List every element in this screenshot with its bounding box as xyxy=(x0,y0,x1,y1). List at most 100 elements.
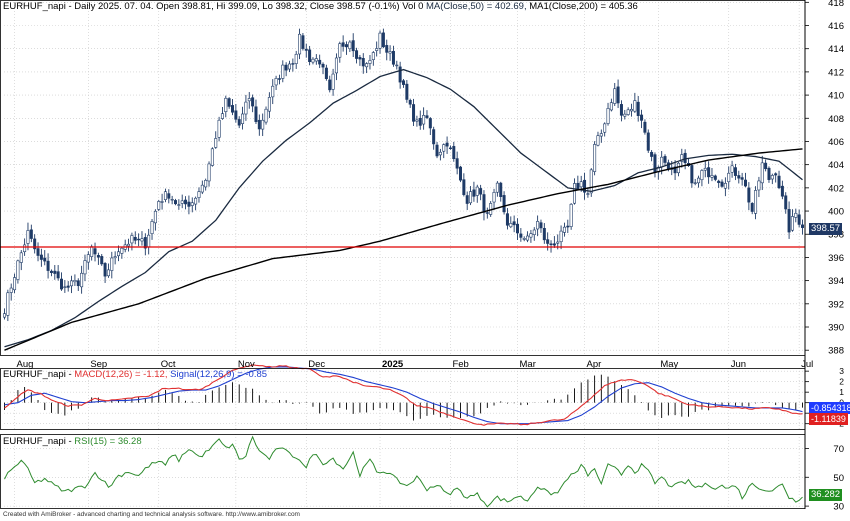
candle-body xyxy=(425,115,429,118)
candle-body xyxy=(663,156,667,163)
candle-body xyxy=(636,101,640,116)
rsi-axis-label: 70 xyxy=(833,444,844,455)
price-axis-label: 396 xyxy=(828,253,844,264)
candle xyxy=(157,199,161,212)
candle-body xyxy=(130,235,134,244)
candle-body xyxy=(596,135,600,146)
candle-body xyxy=(6,292,10,316)
candle-body xyxy=(780,185,784,197)
candle xyxy=(301,33,305,51)
candle-body xyxy=(495,182,499,193)
macd-axis-label: 1 xyxy=(839,387,844,397)
candle-body xyxy=(646,132,650,151)
rsi-label: RSI(15) = 36.28 xyxy=(74,436,142,447)
candle-body xyxy=(304,48,308,51)
candle-body xyxy=(546,239,550,244)
candle-body xyxy=(127,243,131,247)
candle-body xyxy=(452,146,456,160)
candle-body xyxy=(207,163,211,182)
candle-body xyxy=(616,86,620,104)
candle-body xyxy=(355,50,359,59)
candle-body xyxy=(284,64,288,71)
candle-body xyxy=(298,33,302,55)
candle-body xyxy=(163,191,167,200)
candle-body xyxy=(438,151,442,156)
candle-body xyxy=(247,98,251,102)
candle-body xyxy=(469,191,473,204)
candle-body xyxy=(341,42,345,47)
candle-body xyxy=(606,108,610,124)
candle-body xyxy=(650,151,654,157)
candle-body xyxy=(153,210,157,224)
candle-body xyxy=(526,235,530,241)
candle-body xyxy=(603,123,607,133)
candle-body xyxy=(579,181,583,188)
candle-body xyxy=(13,277,17,291)
price-axis-label: 402 xyxy=(828,183,844,194)
candle-body xyxy=(623,113,627,117)
candle-body xyxy=(697,177,701,184)
candle-body xyxy=(549,243,553,246)
candle-body xyxy=(556,241,560,244)
candle-body xyxy=(63,286,67,288)
candle-body xyxy=(767,167,771,180)
candle-body xyxy=(46,260,50,271)
candle-body xyxy=(653,154,657,173)
candle-body xyxy=(251,97,255,107)
candle-body xyxy=(294,53,298,64)
candle-body xyxy=(90,246,94,257)
rsi-panel-header: EURHUF_napi - RSI(15) = 36.28 xyxy=(3,436,142,447)
candle-body xyxy=(358,57,362,60)
candle-body xyxy=(536,221,540,230)
candle-body xyxy=(83,260,87,275)
candle-body xyxy=(405,83,409,100)
candle-body xyxy=(237,119,241,126)
candle-body xyxy=(214,138,218,148)
candle-body xyxy=(210,148,214,166)
candle-body xyxy=(445,142,449,147)
candle-body xyxy=(465,195,469,204)
candle-body xyxy=(693,182,697,184)
candle-body xyxy=(106,269,110,277)
candle-body xyxy=(774,173,778,176)
candle-body xyxy=(633,100,637,112)
candle-body xyxy=(150,221,154,235)
candle-body xyxy=(408,100,412,105)
rsi-header-prefix: EURHUF_napi - xyxy=(3,436,75,447)
price-panel-header: EURHUF_napi - Daily 2025. 07. 04. Open 3… xyxy=(3,1,638,12)
candle-body xyxy=(73,280,77,283)
candle-body xyxy=(747,187,751,203)
candle-body xyxy=(56,271,60,279)
candle-body xyxy=(100,256,104,265)
candle-body xyxy=(442,144,446,152)
candle-body xyxy=(733,167,737,176)
candle-body xyxy=(707,167,711,178)
candle-body xyxy=(515,223,519,234)
candle-body xyxy=(227,98,231,107)
candle-body xyxy=(619,104,623,116)
candle-body xyxy=(720,181,724,187)
candle-body xyxy=(86,254,90,263)
candle-body xyxy=(777,175,781,189)
candle-body xyxy=(291,63,295,65)
candle-body xyxy=(401,80,405,85)
candle-body xyxy=(784,195,788,210)
candle-body xyxy=(70,280,74,287)
candle-body xyxy=(170,199,174,201)
candle-body xyxy=(43,257,47,262)
candle-body xyxy=(184,199,188,205)
price-axis-label: 392 xyxy=(828,299,844,310)
candle-body xyxy=(539,222,543,229)
candle xyxy=(217,116,221,142)
candle-body xyxy=(348,41,352,50)
candle-body xyxy=(522,238,526,240)
candle-body xyxy=(764,162,768,170)
price-axis-label: 418 xyxy=(828,0,844,9)
candle-body xyxy=(351,40,355,52)
candle-body xyxy=(26,230,30,244)
candle-body xyxy=(750,203,754,212)
candle-body xyxy=(117,251,121,257)
candle-body xyxy=(760,162,764,184)
candle-body xyxy=(378,32,382,49)
candle-body xyxy=(458,166,462,181)
